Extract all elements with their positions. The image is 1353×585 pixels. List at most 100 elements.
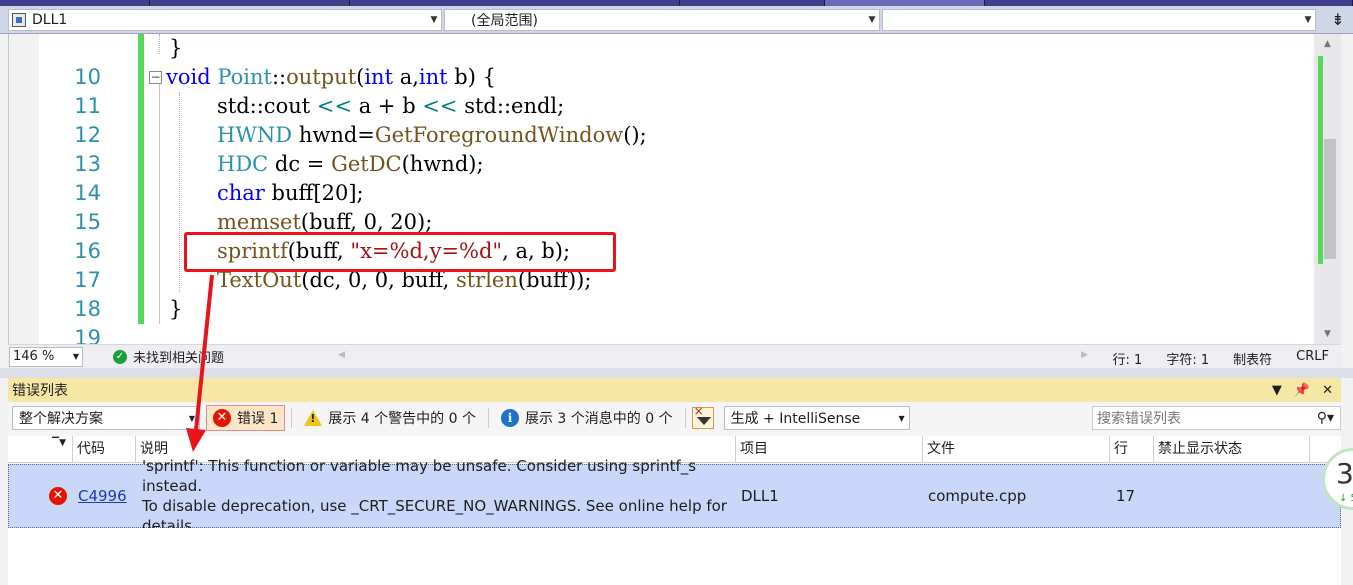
line-position[interactable]: 行: 1	[1113, 349, 1143, 368]
table-row[interactable]: ✕ C4996 'sprintf': This function or vari…	[8, 457, 1341, 535]
scope-filter-dropdown[interactable]: 整个解决方案 ▼	[12, 406, 200, 430]
error-search-input[interactable]: 搜索错误列表 ⚲▾	[1092, 406, 1341, 430]
code-line[interactable]: 15 char buff[20];	[9, 179, 1315, 234]
scroll-left-icon[interactable]: ◀	[338, 350, 345, 360]
info-icon: i	[500, 409, 519, 427]
editor-horizontal-scrollbar[interactable]: ◀ ▶	[338, 350, 1088, 364]
code-text: }	[169, 36, 183, 60]
chevron-down-icon: ▼	[898, 413, 905, 423]
column-header-file[interactable]: 文件	[923, 436, 1110, 463]
chevron-down-icon: ▼	[188, 413, 195, 423]
code-line[interactable]: 19 }	[9, 295, 1315, 350]
error-code-link[interactable]: C4996	[78, 465, 127, 527]
error-description: 'sprintf': This function or variable may…	[142, 457, 742, 535]
project-dropdown-value: DLL1	[32, 12, 68, 28]
panel-splitter[interactable]	[0, 368, 1353, 378]
code-text: HWND hwnd=GetForegroundWindow();	[217, 123, 647, 147]
change-marker	[138, 237, 144, 266]
code-text: }	[169, 297, 183, 321]
error-icon: ✕	[213, 409, 231, 427]
code-line[interactable]: 14 HDC dc = GetDC(hwnd);	[9, 150, 1315, 205]
errors-filter-label: 错误 1	[237, 411, 279, 427]
editor-status-bar: 146 % ▼ ✓ 未找到相关问题 ◀ ▶ 行: 1 字符: 1 制表符 CRL…	[8, 344, 1341, 368]
editor-vertical-scrollbar[interactable]: ▲ ▼	[1314, 34, 1341, 344]
sort-indicator-icon[interactable]: ▔▼	[8, 436, 73, 463]
zoom-value: 146 %	[13, 349, 55, 364]
code-editor[interactable]: 10 } 11 − void Point::output(int a,int b)…	[8, 34, 1315, 350]
scope-dropdown-value: (全局范围)	[471, 13, 538, 29]
code-text: − void Point::output(int a,int b) {	[149, 65, 496, 89]
scope-guide	[159, 84, 160, 324]
error-project: DLL1	[741, 487, 779, 505]
error-icon: ✕	[49, 465, 67, 527]
indent-guide	[159, 34, 160, 54]
chevron-down-icon: ▼	[430, 15, 438, 25]
navigation-bar: DLL1 ▼ (全局范围) ▼ ▼ ⇟	[0, 6, 1353, 34]
code-line[interactable]: 12 std::cout << a + b << std::endl;	[9, 92, 1315, 147]
zoom-dropdown[interactable]: 146 % ▼	[9, 346, 83, 367]
search-placeholder: 搜索错误列表	[1097, 411, 1181, 427]
change-marker	[138, 63, 144, 92]
code-line[interactable]: 11 − void Point::output(int a,int b) {	[9, 63, 1315, 118]
error-list-empty-area	[8, 528, 1341, 585]
error-code[interactable]: C4996	[78, 487, 127, 505]
description-line: 'sprintf': This function or variable may…	[142, 457, 697, 495]
warning-icon	[304, 410, 323, 426]
tabs-mode[interactable]: 制表符	[1233, 349, 1272, 368]
change-marker	[138, 208, 144, 237]
clear-filter-icon[interactable]	[691, 404, 714, 429]
change-marker	[138, 150, 144, 179]
code-line[interactable]: 13 HWND hwnd=GetForegroundWindow();	[9, 121, 1315, 176]
code-text: char buff[20];	[217, 181, 364, 205]
scope-filter-value: 整个解决方案	[19, 411, 103, 427]
dropdown-menu-icon[interactable]: ▼	[1272, 383, 1282, 398]
toolbar-separator	[684, 408, 686, 428]
warnings-filter-button[interactable]: 展示 4 个警告中的 0 个	[298, 405, 482, 431]
column-header-code[interactable]: 代码	[73, 436, 136, 463]
char-position[interactable]: 字符: 1	[1166, 349, 1209, 368]
error-list-panel: 错误列表 ▼ 📌 ✕ 整个解决方案 ▼ ✕ 错误 1 展示 4 个警告中的 0 …	[8, 378, 1341, 585]
check-circle-icon: ✓	[113, 349, 127, 364]
project-icon	[12, 13, 26, 27]
error-file: compute.cpp	[928, 487, 1027, 505]
cursor-position-info: 行: 1 字符: 1 制表符 CRLF	[1113, 349, 1329, 368]
close-icon[interactable]: ✕	[1322, 383, 1333, 398]
split-window-icon[interactable]: ⇟	[1327, 10, 1349, 32]
scope-dropdown[interactable]: (全局范围) ▼	[444, 9, 880, 31]
messages-filter-button[interactable]: i 展示 3 个消息中的 0 个	[495, 405, 679, 431]
change-marker	[138, 121, 144, 150]
change-marker	[138, 92, 144, 121]
column-header-project[interactable]: 项目	[736, 436, 923, 463]
warnings-filter-label: 展示 4 个警告中的 0 个	[328, 411, 476, 427]
chevron-down-icon: ▼	[1304, 15, 1312, 25]
error-line: 17	[1116, 487, 1136, 505]
error-list-title-bar: 错误列表 ▼ 📌 ✕	[8, 378, 1341, 402]
errors-filter-button[interactable]: ✕ 错误 1	[206, 405, 286, 431]
column-header-line[interactable]: 行	[1110, 436, 1154, 463]
line-ending[interactable]: CRLF	[1296, 349, 1329, 368]
column-header-suppression[interactable]: 禁止显示状态	[1154, 436, 1310, 463]
scroll-right-icon[interactable]: ▶	[1081, 350, 1088, 360]
scroll-up-icon[interactable]: ▲	[1314, 36, 1341, 52]
panel-title: 错误列表	[12, 383, 68, 399]
chevron-down-icon: ▼	[72, 352, 79, 361]
scroll-down-icon[interactable]: ▼	[1314, 326, 1341, 342]
search-icon[interactable]: ⚲▾	[1317, 410, 1334, 426]
toolbar-separator	[291, 408, 293, 428]
project-dropdown[interactable]: DLL1 ▼	[8, 9, 442, 31]
change-marker	[138, 295, 144, 324]
collapse-toggle-icon[interactable]: −	[149, 71, 162, 84]
indent-guide	[179, 92, 180, 292]
member-dropdown[interactable]: ▼	[882, 9, 1316, 31]
toolbar-separator	[487, 408, 489, 428]
badge-number: 3	[1336, 457, 1353, 490]
change-marker	[138, 179, 144, 208]
pin-icon[interactable]: 📌	[1294, 383, 1310, 398]
code-line[interactable]: 10 }	[9, 34, 1315, 89]
build-filter-value: 生成 + IntelliSense	[730, 411, 861, 427]
issues-status[interactable]: 未找到相关问题	[133, 347, 224, 366]
build-filter-dropdown[interactable]: 生成 + IntelliSense ▼	[723, 406, 910, 430]
scrollbar-thumb[interactable]	[1324, 139, 1336, 259]
highlight-annotation-box	[184, 232, 616, 272]
messages-filter-label: 展示 3 个消息中的 0 个	[524, 411, 673, 427]
